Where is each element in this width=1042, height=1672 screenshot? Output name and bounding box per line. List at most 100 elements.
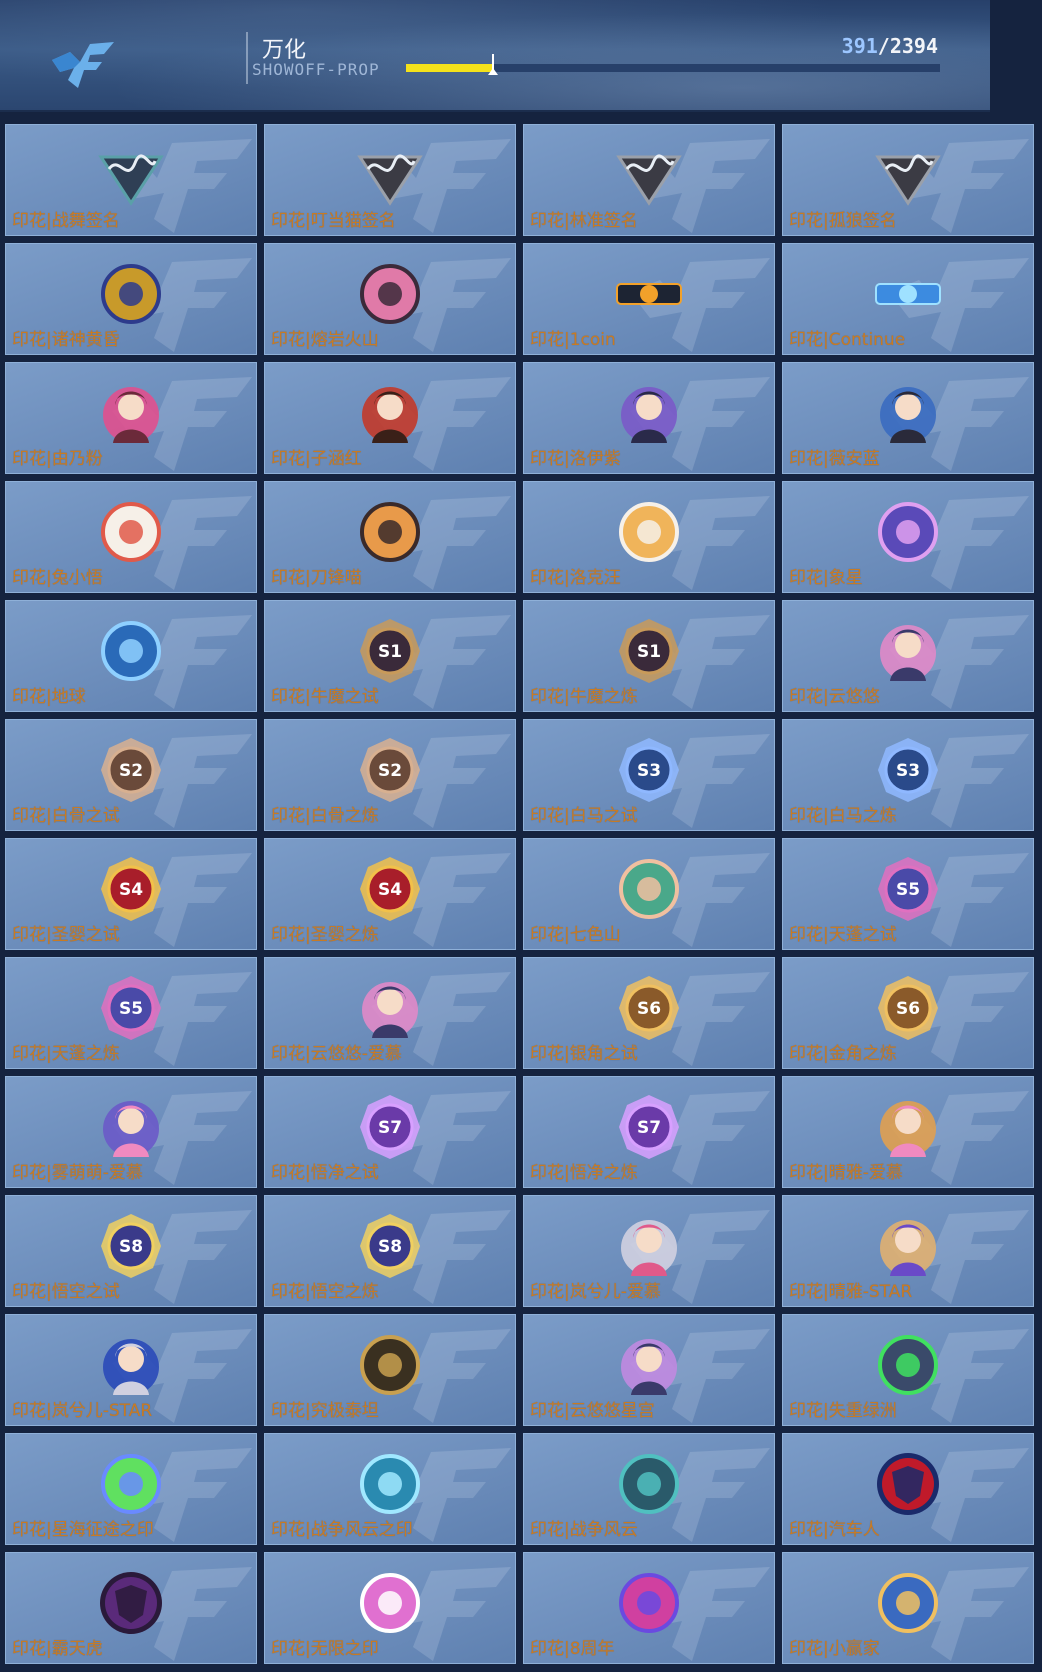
sticker-label: 印花|白骨之试	[12, 806, 120, 826]
cf-logo-icon	[52, 42, 114, 88]
sticker-card[interactable]: 印花|岚兮儿-STAR	[5, 1314, 257, 1426]
sticker-card[interactable]: S1 印花|牛魔之试	[264, 600, 516, 712]
svg-text:S1: S1	[378, 642, 402, 662]
character-portrait-icon	[103, 1101, 159, 1157]
sticker-card[interactable]: 印花|林准签名	[523, 124, 775, 236]
character-portrait-icon	[103, 387, 159, 443]
sticker-card[interactable]: S6 印花|金角之炼	[782, 957, 1034, 1069]
sticker-card[interactable]: 印花|熔岩火山	[264, 243, 516, 355]
sticker-card[interactable]: S2 印花|白骨之试	[5, 719, 257, 831]
season-badge-s7-icon: S7	[619, 1095, 679, 1159]
sticker-card[interactable]: S4 印花|圣婴之炼	[264, 838, 516, 950]
header-divider	[246, 32, 248, 84]
sticker-label: 印花|圣婴之试	[12, 925, 120, 945]
sticker-card[interactable]: 印花|诸神黄昏	[5, 243, 257, 355]
sticker-card[interactable]: 印花|究极泰坦	[264, 1314, 516, 1426]
sticker-card[interactable]: 印花|8周年	[523, 1552, 775, 1664]
sticker-card[interactable]: 印花|子涵红	[264, 362, 516, 474]
sticker-card[interactable]: S4 印花|圣婴之试	[5, 838, 257, 950]
sticker-card[interactable]: S7 印花|悟净之炼	[523, 1076, 775, 1188]
sticker-card[interactable]: 印花|地球	[5, 600, 257, 712]
svg-text:S8: S8	[378, 1237, 402, 1257]
sticker-card[interactable]: 印花|战争风云之印	[264, 1433, 516, 1545]
season-badge-s7-icon: S7	[360, 1095, 420, 1159]
season-badge-s3-icon: S3	[619, 738, 679, 802]
counter-total: 2394	[889, 34, 938, 58]
sticker-card[interactable]: S5 印花|天蓬之试	[782, 838, 1034, 950]
volcano-icon	[360, 264, 420, 324]
sticker-card[interactable]: 印花|战舞签名	[5, 124, 257, 236]
sticker-label: 印花|刀锋喵	[271, 568, 362, 588]
sticker-label: 印花|薇安蓝	[789, 449, 880, 469]
sticker-label: 印花|霸天虎	[12, 1639, 103, 1659]
sticker-card[interactable]: 印花|洛伊紫	[523, 362, 775, 474]
sticker-card[interactable]: S3 印花|白马之炼	[782, 719, 1034, 831]
sticker-label: 印花|晴雅-STAR	[789, 1282, 913, 1302]
sticker-card[interactable]: S5 印花|天蓬之炼	[5, 957, 257, 1069]
sticker-card[interactable]: 印花|洛克汪	[523, 481, 775, 593]
character-portrait-icon	[880, 1101, 936, 1157]
sticker-card[interactable]: 印花|雾萌萌-爱慕	[5, 1076, 257, 1188]
sticker-card[interactable]: 印花|薇安蓝	[782, 362, 1034, 474]
autobot-logo-icon	[877, 1453, 939, 1515]
sticker-card[interactable]: 印花|晴雅-爱慕	[782, 1076, 1034, 1188]
sticker-card[interactable]: 印花|汽车人	[782, 1433, 1034, 1545]
svg-text:S5: S5	[119, 999, 143, 1019]
sticker-card[interactable]: 印花|晴雅-STAR	[782, 1195, 1034, 1307]
sticker-card[interactable]: 印花|Continue	[782, 243, 1034, 355]
sticker-label: 印花|圣婴之炼	[271, 925, 379, 945]
titan-icon	[360, 1335, 420, 1395]
cat-icon	[360, 502, 420, 562]
sticker-label: 印花|洛伊紫	[530, 449, 621, 469]
little-winner-icon	[878, 1573, 938, 1633]
coin-logo-icon	[616, 283, 682, 305]
sticker-card[interactable]: S7 印花|悟净之试	[264, 1076, 516, 1188]
svg-text:S3: S3	[896, 761, 920, 781]
season-badge-s1-icon: S1	[619, 619, 679, 683]
svg-text:S2: S2	[119, 761, 143, 781]
season-badge-s2-icon: S2	[101, 738, 161, 802]
sticker-card[interactable]: 印花|刀锋喵	[264, 481, 516, 593]
sticker-card[interactable]: 印花|岚兮儿-爱慕	[523, 1195, 775, 1307]
signature-badge-icon	[98, 154, 164, 206]
sticker-label: 印花|星海征途之印	[12, 1520, 154, 1540]
sticker-label: 印花|悟净之炼	[530, 1163, 638, 1183]
svg-text:S4: S4	[378, 880, 402, 900]
progress-fill	[406, 64, 494, 72]
season-badge-s1-icon: S1	[360, 619, 420, 683]
sticker-label: 印花|晴雅-爱慕	[789, 1163, 903, 1183]
sticker-card[interactable]: 印花|七色山	[523, 838, 775, 950]
sticker-card[interactable]: 印花|象星	[782, 481, 1034, 593]
sticker-card[interactable]: S1 印花|牛魔之炼	[523, 600, 775, 712]
sticker-card[interactable]: 印花|1coin	[523, 243, 775, 355]
sticker-card[interactable]: S8 印花|悟空之炼	[264, 1195, 516, 1307]
sticker-card[interactable]: 印花|失重绿洲	[782, 1314, 1034, 1426]
svg-text:S8: S8	[119, 1237, 143, 1257]
sticker-card[interactable]: S8 印花|悟空之试	[5, 1195, 257, 1307]
sticker-card[interactable]: S2 印花|白骨之炼	[264, 719, 516, 831]
sticker-card[interactable]: 印花|云悠悠星宫	[523, 1314, 775, 1426]
season-badge-s8-icon: S8	[360, 1214, 420, 1278]
sticker-card[interactable]: S6 印花|银角之试	[523, 957, 775, 1069]
sticker-label: 印花|失重绿洲	[789, 1401, 897, 1421]
sticker-card[interactable]: 印花|无限之印	[264, 1552, 516, 1664]
sticker-label: 印花|Continue	[789, 330, 906, 350]
sticker-card[interactable]: 印花|霸天虎	[5, 1552, 257, 1664]
sticker-card[interactable]: 印花|兔小悟	[5, 481, 257, 593]
sticker-label: 印花|岚兮儿-STAR	[12, 1401, 153, 1421]
svg-text:S7: S7	[378, 1118, 402, 1138]
sticker-card[interactable]: 印花|小赢家	[782, 1552, 1034, 1664]
sticker-card[interactable]: 印花|云悠悠-爱慕	[264, 957, 516, 1069]
sticker-card[interactable]: S3 印花|白马之试	[523, 719, 775, 831]
svg-text:S6: S6	[896, 999, 920, 1019]
sticker-card[interactable]: 印花|云悠悠	[782, 600, 1034, 712]
sticker-card[interactable]: 印花|孤狼签名	[782, 124, 1034, 236]
sticker-card[interactable]: 印花|由乃粉	[5, 362, 257, 474]
character-portrait-icon	[880, 387, 936, 443]
sticker-card[interactable]: 印花|星海征途之印	[5, 1433, 257, 1545]
sticker-card[interactable]: 印花|叮当猫签名	[264, 124, 516, 236]
sticker-card[interactable]: 印花|战争风云	[523, 1433, 775, 1545]
counter-current: 391	[841, 34, 878, 58]
character-portrait-icon	[880, 1220, 936, 1276]
sticker-label: 印花|雾萌萌-爱慕	[12, 1163, 143, 1183]
